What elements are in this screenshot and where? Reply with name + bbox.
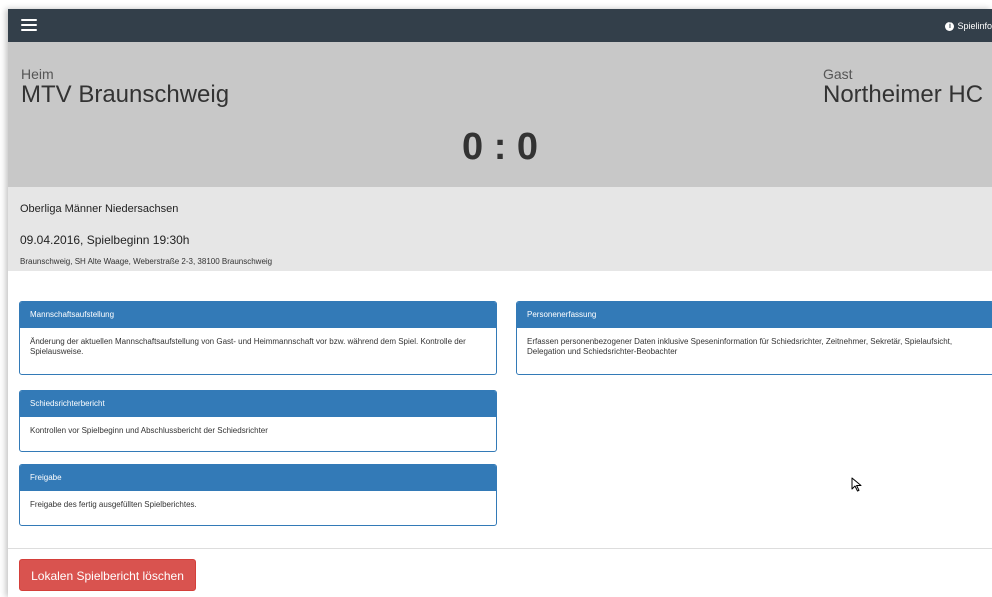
panel-mannschaftsaufstellung[interactable]: Mannschaftsaufstellung Änderung der aktu… (19, 301, 497, 375)
panel-freigabe[interactable]: Freigabe Freigabe des fertig ausgefüllte… (19, 464, 497, 526)
league-name: Oberliga Männer Niedersachsen (20, 203, 179, 215)
match-venue: Braunschweig, SH Alte Waage, Weberstraße… (20, 257, 273, 266)
home-team-name: MTV Braunschweig (21, 81, 230, 108)
match-info: Oberliga Männer Niedersachsen 09.04.2016… (8, 187, 992, 271)
mouse-pointer-icon (851, 477, 862, 492)
panel-body: Erfassen personenbezogener Daten inklusi… (527, 337, 953, 356)
home-label: Heim (21, 66, 54, 82)
guest-label: Gast (823, 66, 853, 82)
panel-heading: Mannschaftsaufstellung (20, 302, 496, 328)
spielinfo-link[interactable]: i Spielinfo (945, 19, 992, 33)
hamburger-menu-icon[interactable] (21, 19, 37, 32)
scoreboard: Heim MTV Braunschweig Gast Northeimer HC… (8, 42, 992, 187)
guest-team-name: Northeimer HC (823, 81, 984, 108)
panel-body: Freigabe des fertig ausgefüllten Spielbe… (30, 500, 197, 509)
info-circle-icon: i (945, 21, 955, 31)
panel-heading: Freigabe (20, 465, 496, 491)
panel-body: Kontrollen vor Spielbeginn und Abschluss… (30, 426, 268, 435)
panel-schiedsrichterbericht[interactable]: Schiedsrichterbericht Kontrollen vor Spi… (19, 390, 497, 452)
match-score: 0 : 0 (462, 126, 539, 168)
delete-local-report-button[interactable]: Lokalen Spielbericht löschen (19, 559, 196, 591)
panel-body: Änderung der aktuellen Mannschaftsaufste… (30, 337, 466, 356)
top-navbar: i Spielinfo (8, 9, 992, 42)
footer-divider (8, 548, 992, 549)
app-window: i Spielinfo Heim MTV Braunschweig Gast N… (8, 9, 992, 597)
panel-heading: Personenerfassung (517, 302, 992, 328)
panel-personenerfassung[interactable]: Personenerfassung Erfassen personenbezog… (516, 301, 992, 375)
panel-heading: Schiedsrichterbericht (20, 391, 496, 417)
match-datetime: 09.04.2016, Spielbeginn 19:30h (20, 233, 190, 247)
spielinfo-label: Spielinfo (957, 21, 992, 31)
